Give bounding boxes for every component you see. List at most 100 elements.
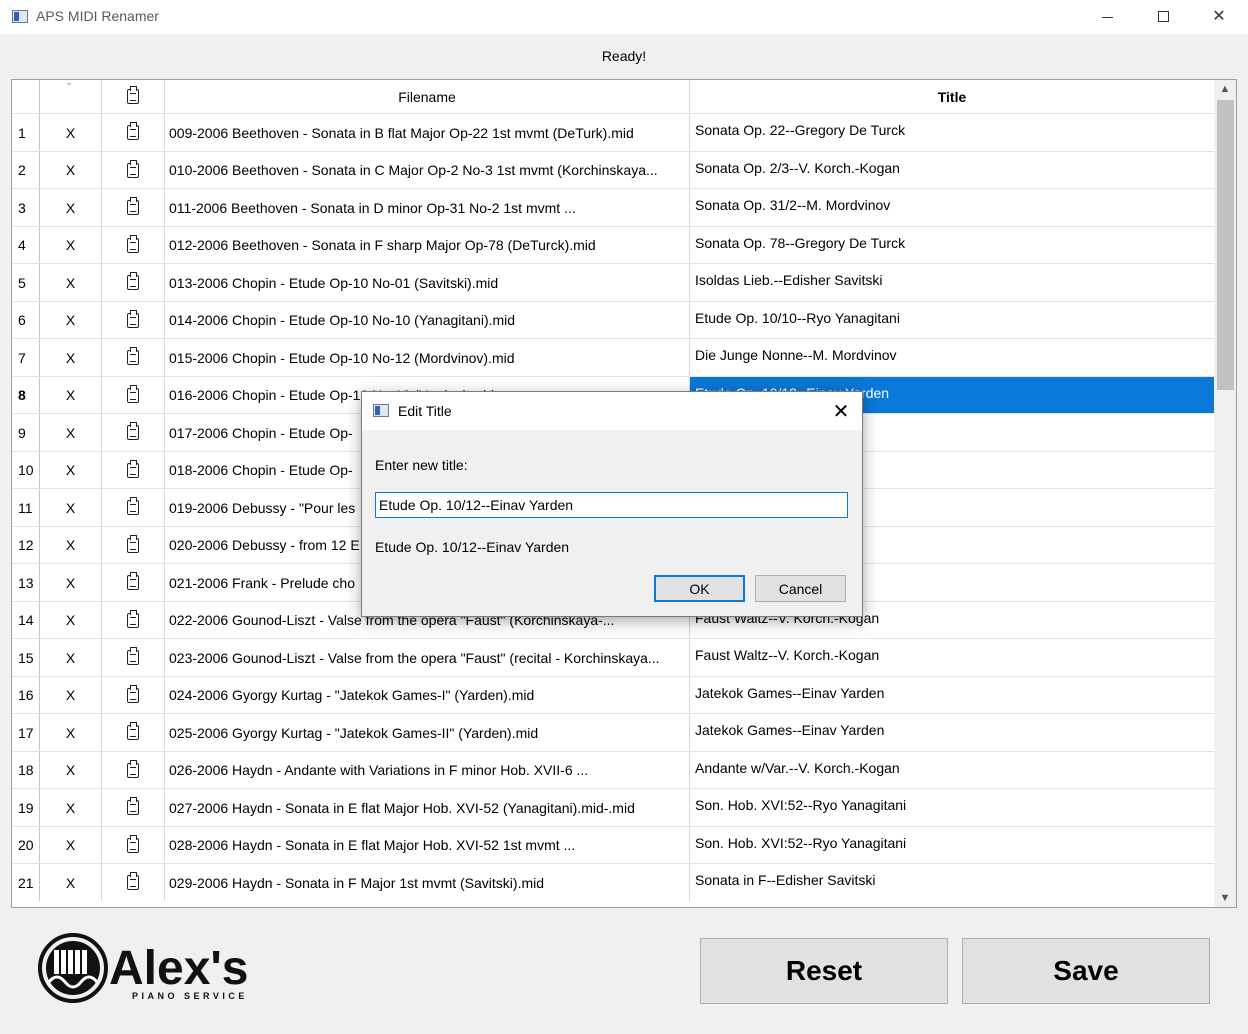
remove-x-cell[interactable]: X: [40, 264, 102, 301]
dialog-close-button[interactable]: ✕: [828, 398, 854, 424]
table-row[interactable]: 16 X 024-2006 Gyorgy Kurtag - "Jatekok Gam…: [12, 675, 1214, 714]
copy-cell[interactable]: [102, 639, 165, 676]
table-row[interactable]: 6 X 014-2006 Chopin - Etude Op-10 No-10 (Y…: [12, 300, 1214, 339]
table-row[interactable]: 5 X 013-2006 Chopin - Etude Op-10 No-01 (S…: [12, 263, 1214, 301]
title-cell[interactable]: Die Junge Nonne--M. Mordvinov: [690, 339, 1214, 376]
minimize-button[interactable]: [1078, 0, 1136, 32]
copy-cell[interactable]: [102, 339, 165, 376]
filename-cell: 024-2006 Gyorgy Kurtag - "Jatekok Games-…: [165, 676, 690, 714]
title-cell[interactable]: Isoldas Lieb.--Edisher Savitski: [690, 264, 1214, 301]
remove-x-cell[interactable]: X: [40, 751, 102, 789]
filename-cell: 014-2006 Chopin - Etude Op-10 No-10 (Yan…: [165, 301, 690, 339]
header-clipboard[interactable]: [102, 80, 165, 113]
save-button[interactable]: Save: [962, 938, 1210, 1004]
copy-cell[interactable]: [102, 189, 165, 226]
title-cell[interactable]: Sonata Op. 2/3--V. Korch.-Kogan: [690, 152, 1214, 189]
remove-x-cell[interactable]: X: [40, 226, 102, 264]
clipboard-icon: [127, 572, 139, 590]
remove-x-cell[interactable]: X: [40, 376, 102, 414]
remove-x-cell[interactable]: X: [40, 789, 102, 826]
copy-cell[interactable]: [102, 301, 165, 339]
table-row[interactable]: 2 X 010-2006 Beethoven - Sonata in C Major…: [12, 150, 1214, 189]
close-icon: ✕: [832, 400, 850, 423]
copy-cell[interactable]: [102, 601, 165, 639]
copy-cell[interactable]: [102, 151, 165, 189]
table-row[interactable]: 19 X 027-2006 Haydn - Sonata in E flat Maj…: [12, 788, 1214, 826]
row-number: 3: [12, 189, 40, 226]
new-title-input[interactable]: [375, 492, 848, 518]
remove-x-cell[interactable]: X: [40, 189, 102, 226]
ok-button[interactable]: OK: [654, 575, 745, 602]
row-number: 21: [12, 864, 40, 901]
title-cell[interactable]: Faust Waltz--V. Korch.-Kogan: [690, 639, 1214, 676]
reset-button[interactable]: Reset: [700, 938, 948, 1004]
title-cell[interactable]: Sonata Op. 31/2--M. Mordvinov: [690, 189, 1214, 226]
remove-x-cell[interactable]: X: [40, 526, 102, 564]
scroll-up-arrow-icon[interactable]: ▲: [1214, 80, 1236, 98]
copy-cell[interactable]: [102, 714, 165, 751]
maximize-button[interactable]: [1134, 0, 1192, 32]
remove-x-cell[interactable]: X: [40, 339, 102, 376]
table-row[interactable]: 18 X 026-2006 Haydn - Andante with Variati…: [12, 750, 1214, 789]
title-cell[interactable]: Son. Hob. XVI:52--Ryo Yanagitani: [690, 789, 1214, 826]
remove-x-cell[interactable]: X: [40, 114, 102, 151]
copy-cell[interactable]: [102, 414, 165, 451]
copy-cell[interactable]: [102, 826, 165, 864]
remove-x-cell[interactable]: X: [40, 414, 102, 451]
scroll-down-arrow-icon[interactable]: ▼: [1214, 889, 1236, 907]
remove-x-cell[interactable]: X: [40, 601, 102, 639]
close-button[interactable]: ✕: [1190, 0, 1248, 32]
clipboard-icon: [127, 759, 139, 778]
copy-cell[interactable]: [102, 451, 165, 489]
clipboard-icon: [127, 684, 139, 703]
remove-x-cell[interactable]: X: [40, 714, 102, 751]
minimize-icon: [1101, 16, 1113, 18]
remove-x-cell[interactable]: X: [40, 151, 102, 189]
copy-cell[interactable]: [102, 676, 165, 714]
table-row[interactable]: 15 X 023-2006 Gounod-Liszt - Valse from th…: [12, 638, 1214, 676]
copy-cell[interactable]: [102, 264, 165, 301]
remove-x-cell[interactable]: X: [40, 676, 102, 714]
table-row[interactable]: 3 X 011-2006 Beethoven - Sonata in D minor…: [12, 188, 1214, 226]
copy-cell[interactable]: [102, 376, 165, 414]
header-x[interactable]: ⌄: [40, 80, 102, 113]
filename-cell: 010-2006 Beethoven - Sonata in C Major O…: [165, 151, 690, 189]
table-row[interactable]: 21 X 029-2006 Haydn - Sonata in F Major 1s…: [12, 863, 1214, 901]
table-row[interactable]: 20 X 028-2006 Haydn - Sonata in E flat Maj…: [12, 825, 1214, 864]
remove-x-cell[interactable]: X: [40, 489, 102, 526]
vertical-scrollbar[interactable]: ▲ ▼: [1214, 80, 1236, 907]
row-number: 10: [12, 451, 40, 489]
copy-cell[interactable]: [102, 114, 165, 151]
copy-cell[interactable]: [102, 864, 165, 901]
title-cell[interactable]: Jatekok Games--Einav Yarden: [690, 714, 1214, 751]
title-cell[interactable]: Son. Hob. XVI:52--Ryo Yanagitani: [690, 827, 1214, 864]
title-cell[interactable]: Etude Op. 10/10--Ryo Yanagitani: [690, 302, 1214, 339]
copy-cell[interactable]: [102, 489, 165, 526]
header-title[interactable]: Title: [690, 80, 1214, 113]
remove-x-cell[interactable]: X: [40, 451, 102, 489]
title-cell[interactable]: Sonata Op. 22--Gregory De Turck: [690, 114, 1214, 151]
remove-x-cell[interactable]: X: [40, 301, 102, 339]
title-cell[interactable]: Sonata in F--Edisher Savitski: [690, 864, 1214, 901]
title-cell[interactable]: Andante w/Var.--V. Korch.-Kogan: [690, 752, 1214, 789]
remove-x-cell[interactable]: X: [40, 639, 102, 676]
table-row[interactable]: 7 X 015-2006 Chopin - Etude Op-10 No-12 (M…: [12, 338, 1214, 376]
remove-x-cell[interactable]: X: [40, 564, 102, 601]
table-row[interactable]: 4 X 012-2006 Beethoven - Sonata in F sharp…: [12, 225, 1214, 264]
cancel-button[interactable]: Cancel: [755, 575, 846, 602]
scrollbar-thumb[interactable]: [1217, 100, 1234, 390]
copy-cell[interactable]: [102, 526, 165, 564]
remove-x-cell[interactable]: X: [40, 864, 102, 901]
header-filename[interactable]: Filename: [165, 80, 690, 113]
copy-cell[interactable]: [102, 564, 165, 601]
title-cell[interactable]: Jatekok Games--Einav Yarden: [690, 677, 1214, 714]
table-row[interactable]: 17 X 025-2006 Gyorgy Kurtag - "Jatekok Gam…: [12, 713, 1214, 751]
copy-cell[interactable]: [102, 751, 165, 789]
title-cell[interactable]: Sonata Op. 78--Gregory De Turck: [690, 227, 1214, 264]
copy-cell[interactable]: [102, 226, 165, 264]
table-header: ⌄ Filename Title: [12, 80, 1214, 113]
remove-x-cell[interactable]: X: [40, 826, 102, 864]
table-row[interactable]: 1 X 009-2006 Beethoven - Sonata in B flat …: [12, 113, 1214, 151]
clipboard-icon: [127, 86, 139, 104]
copy-cell[interactable]: [102, 789, 165, 826]
